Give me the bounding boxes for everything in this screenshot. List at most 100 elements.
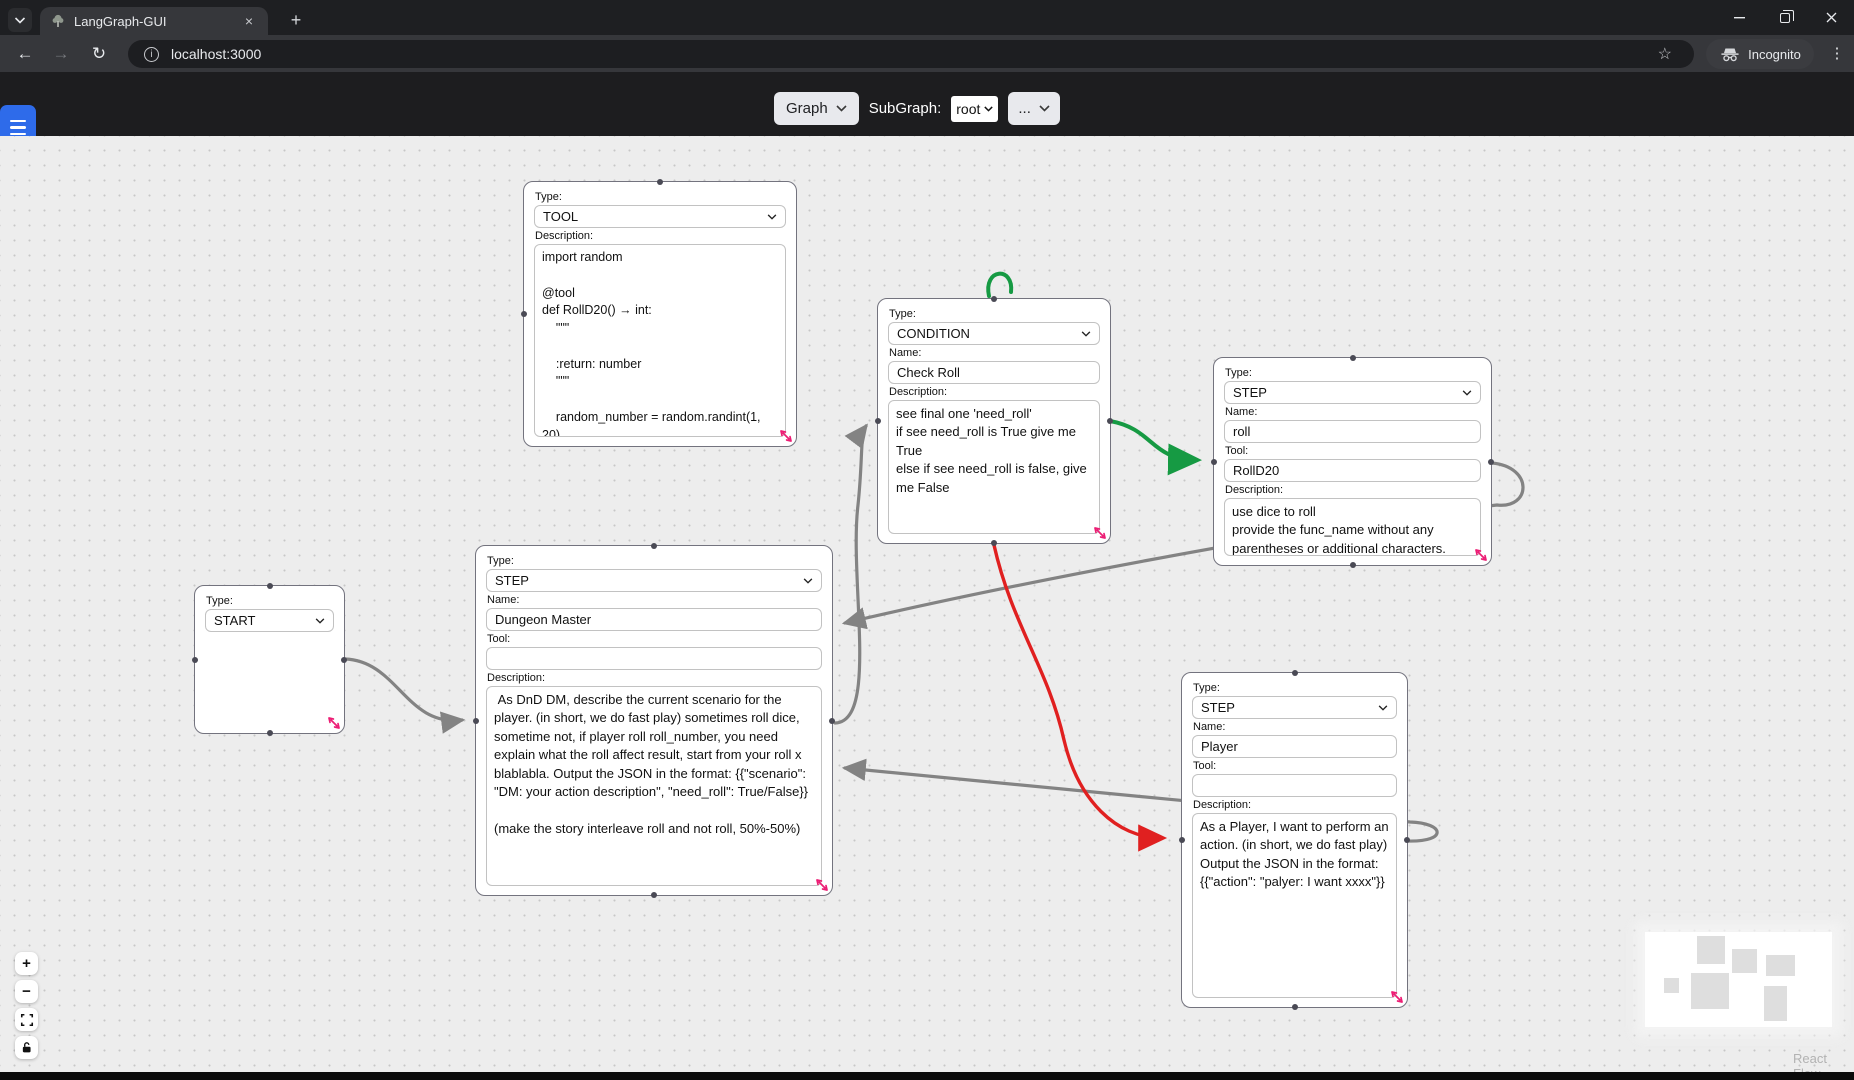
- handle-bottom[interactable]: [1292, 1004, 1298, 1010]
- minimap-node: [1766, 955, 1795, 976]
- node-type-select[interactable]: START: [205, 609, 334, 632]
- handle-left[interactable]: [521, 311, 527, 317]
- node-name-input[interactable]: [1224, 420, 1481, 443]
- node-roll[interactable]: Type: STEP Name: Tool: Description: use …: [1213, 357, 1492, 566]
- chevron-down-icon: [1462, 390, 1472, 396]
- minimap-node: [1697, 936, 1725, 964]
- lock-button[interactable]: [15, 1036, 38, 1059]
- flow-controls: + −: [15, 952, 38, 1059]
- node-description-textarea[interactable]: import random @tool def RollD20() → int:…: [534, 244, 786, 437]
- graph-menu-button[interactable]: Graph: [774, 92, 859, 125]
- handle-top[interactable]: [657, 179, 663, 185]
- node-description-textarea[interactable]: see final one 'need_roll' if see need_ro…: [888, 400, 1100, 534]
- resize-handle-icon[interactable]: [1389, 989, 1405, 1005]
- handle-top[interactable]: [267, 583, 273, 589]
- browser-tab[interactable]: LangGraph-GUI ×: [40, 7, 268, 35]
- handle-right[interactable]: [1488, 459, 1494, 465]
- handle-left[interactable]: [1211, 459, 1217, 465]
- handle-left[interactable]: [473, 718, 479, 724]
- handle-left[interactable]: [192, 657, 198, 663]
- node-type-select[interactable]: CONDITION: [888, 322, 1100, 345]
- restore-icon: [1780, 13, 1790, 23]
- resize-handle-icon[interactable]: [1092, 525, 1108, 541]
- subgraph-label: SubGraph:: [869, 100, 942, 117]
- tool-label: Tool:: [1193, 760, 1397, 772]
- handle-top[interactable]: [651, 543, 657, 549]
- chevron-down-icon: [14, 17, 26, 24]
- handle-top[interactable]: [1350, 355, 1356, 361]
- resize-handle-icon[interactable]: [326, 715, 342, 731]
- node-tool-input[interactable]: [486, 647, 822, 670]
- node-player[interactable]: Type: STEP Name: Tool: Description: As a…: [1181, 672, 1408, 1008]
- handle-bottom[interactable]: [1350, 562, 1356, 568]
- fit-view-button[interactable]: [15, 1008, 38, 1031]
- node-type-select[interactable]: STEP: [1224, 381, 1481, 404]
- description-label: Description:: [1193, 799, 1397, 811]
- node-description-textarea[interactable]: As a Player, I want to perform an action…: [1192, 813, 1397, 998]
- node-type-select[interactable]: STEP: [1192, 696, 1397, 719]
- type-label: Type:: [1225, 367, 1481, 379]
- handle-bottom[interactable]: [651, 892, 657, 898]
- more-menu-button[interactable]: ...: [1008, 92, 1060, 125]
- back-button[interactable]: ←: [12, 41, 38, 67]
- handle-bottom[interactable]: [267, 730, 273, 736]
- node-condition[interactable]: Type: CONDITION Name: Description: see f…: [877, 298, 1111, 544]
- tab-search-chevron-button[interactable]: [8, 8, 32, 32]
- resize-handle-icon[interactable]: [814, 877, 830, 893]
- handle-right[interactable]: [1404, 837, 1410, 843]
- node-description-textarea[interactable]: use dice to roll provide the func_name w…: [1224, 498, 1481, 556]
- handle-left[interactable]: [1179, 837, 1185, 843]
- chevron-down-icon: [836, 105, 847, 112]
- handle-right[interactable]: [341, 657, 347, 663]
- close-icon: [1826, 12, 1837, 23]
- resize-handle-icon[interactable]: [1473, 547, 1489, 563]
- handle-top[interactable]: [1292, 670, 1298, 676]
- window-controls: [1716, 0, 1854, 35]
- zoom-in-button[interactable]: +: [15, 952, 38, 975]
- description-label: Description:: [535, 230, 786, 242]
- browser-menu-button[interactable]: ⋮: [1828, 42, 1846, 66]
- node-type-select[interactable]: TOOL: [534, 205, 786, 228]
- node-tool[interactable]: Type: TOOL Description: import random @t…: [523, 181, 797, 447]
- description-label: Description:: [487, 672, 822, 684]
- node-name-input[interactable]: [1192, 735, 1397, 758]
- window-restore-button[interactable]: [1762, 0, 1808, 35]
- type-label: Type:: [889, 308, 1100, 320]
- graph-toolbar: Graph SubGraph: root ...: [774, 92, 1060, 125]
- handle-bottom[interactable]: [991, 540, 997, 546]
- node-name-input[interactable]: [888, 361, 1100, 384]
- handle-right[interactable]: [1107, 418, 1113, 424]
- address-bar[interactable]: i localhost:3000 ☆: [128, 40, 1694, 68]
- handle-right[interactable]: [829, 718, 835, 724]
- node-name-input[interactable]: [486, 608, 822, 631]
- window-minimize-button[interactable]: [1716, 0, 1762, 35]
- chevron-down-icon: [984, 106, 993, 112]
- minimap-node: [1732, 949, 1757, 973]
- zoom-out-button[interactable]: −: [15, 980, 38, 1003]
- site-info-icon[interactable]: i: [144, 47, 159, 62]
- handle-top[interactable]: [991, 296, 997, 302]
- url-text[interactable]: localhost:3000: [171, 46, 261, 62]
- node-tool-input[interactable]: [1192, 774, 1397, 797]
- window-close-button[interactable]: [1808, 0, 1854, 35]
- type-label: Type:: [1193, 682, 1397, 694]
- incognito-label: Incognito: [1748, 47, 1801, 62]
- tab-close-icon[interactable]: ×: [240, 12, 258, 30]
- node-start[interactable]: Type: START: [194, 585, 345, 734]
- chevron-down-icon: [1039, 105, 1050, 112]
- new-tab-button[interactable]: +: [284, 8, 308, 32]
- type-label: Type:: [206, 595, 334, 607]
- node-type-select[interactable]: STEP: [486, 569, 822, 592]
- subgraph-select[interactable]: root: [951, 96, 998, 122]
- resize-handle-icon[interactable]: [778, 428, 794, 444]
- minimap[interactable]: [1645, 932, 1832, 1027]
- node-description-textarea[interactable]: As DnD DM, describe the current scenario…: [486, 686, 822, 886]
- handle-left[interactable]: [875, 418, 881, 424]
- reload-button[interactable]: ↻: [86, 41, 112, 67]
- forward-button[interactable]: →: [48, 41, 74, 67]
- name-label: Name:: [1225, 406, 1481, 418]
- node-tool-input[interactable]: [1224, 459, 1481, 482]
- bookmark-star-icon[interactable]: ☆: [1658, 44, 1672, 64]
- browser-tab-strip: LangGraph-GUI × +: [0, 0, 1854, 35]
- node-dungeon-master[interactable]: Type: STEP Name: Tool: Description: As D…: [475, 545, 833, 896]
